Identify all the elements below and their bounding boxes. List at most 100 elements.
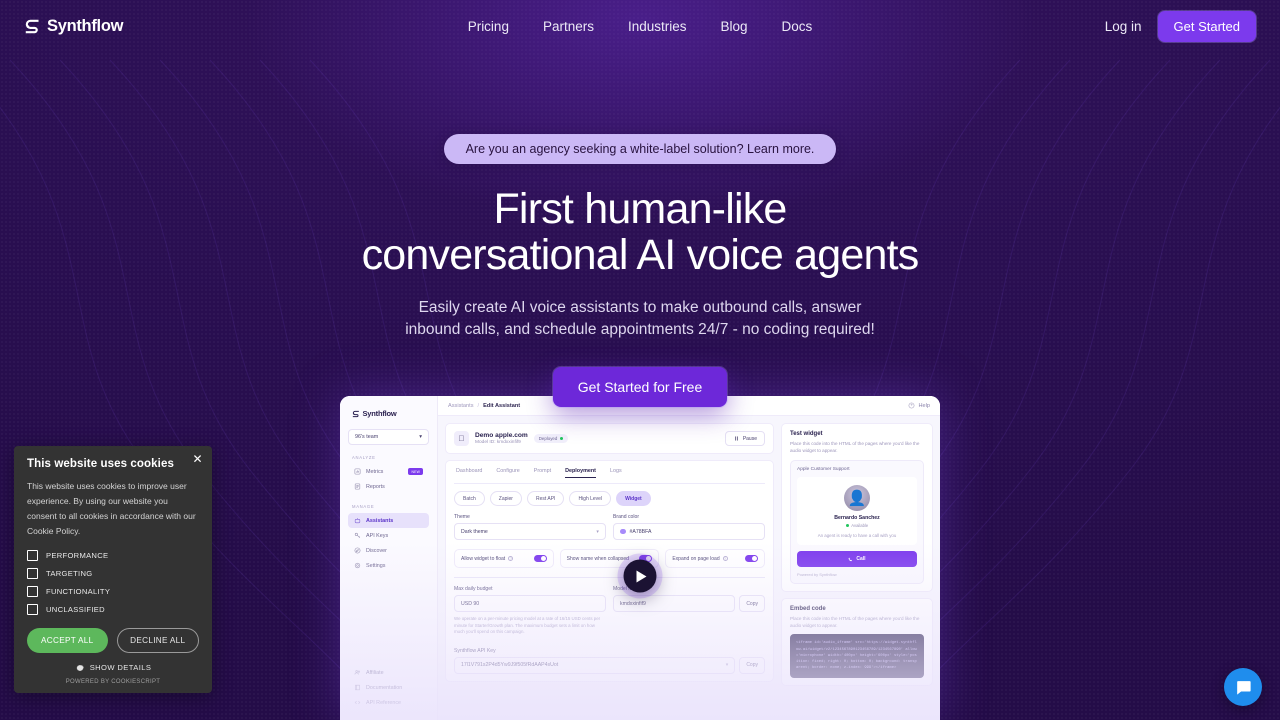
sidebar-item-api-keys[interactable]: API Keys bbox=[348, 528, 429, 543]
status-badge: Deployed bbox=[533, 434, 568, 443]
synthflow-logo-icon bbox=[25, 19, 39, 33]
assistant-header-card:  Demo apple.com Model ID: kmdxxinfif9 D… bbox=[445, 423, 774, 454]
document-icon bbox=[354, 483, 361, 490]
get-started-button[interactable]: Get Started bbox=[1157, 10, 1256, 42]
brand-logo[interactable]: Synthflow bbox=[24, 17, 123, 36]
nav-link-industries[interactable]: Industries bbox=[628, 19, 687, 34]
copy-model-id-button[interactable]: Copy bbox=[739, 595, 765, 612]
cookie-consent-banner: ✕ This website uses cookies This website… bbox=[14, 446, 212, 693]
sidebar-item-label: Discover bbox=[366, 547, 387, 554]
get-started-for-free-button[interactable]: Get Started for Free bbox=[552, 366, 728, 407]
robot-icon bbox=[354, 518, 361, 524]
login-link[interactable]: Log in bbox=[1105, 19, 1142, 34]
show-details-button[interactable]: SHOW DETAILS bbox=[27, 663, 199, 673]
pause-icon bbox=[734, 436, 738, 441]
sidebar-item-api-reference[interactable]: API Reference bbox=[348, 695, 429, 710]
chevron-down-icon: ▾ bbox=[725, 662, 729, 669]
agency-banner-pill[interactable]: Are you an agency seeking a white-label … bbox=[443, 134, 837, 164]
brand-name: Synthflow bbox=[47, 16, 124, 35]
sidebar-item-label: Documentation bbox=[366, 684, 403, 691]
avatar: 👤 bbox=[844, 485, 870, 512]
key-icon bbox=[354, 532, 361, 539]
app-body:  Demo apple.com Model ID: kmdxxinfif9 D… bbox=[438, 416, 940, 720]
nav-right-actions: Log in Get Started bbox=[1105, 10, 1256, 42]
sidebar-item-assistants[interactable]: Assistants bbox=[348, 513, 429, 528]
theme-label: Theme bbox=[454, 514, 470, 520]
sidebar-item-reports[interactable]: Reports bbox=[348, 479, 429, 494]
widget-preview-title: Apple Customer Support bbox=[797, 467, 850, 473]
sidebar-item-metrics[interactable]: Metrics NEW bbox=[348, 464, 429, 479]
team-selector-dropdown[interactable]: 96's team ▾ bbox=[348, 429, 429, 445]
toggle-label: Allow widget to float bbox=[461, 555, 506, 562]
chip-batch[interactable]: Batch bbox=[454, 491, 485, 506]
nav-link-blog[interactable]: Blog bbox=[721, 19, 748, 34]
product-screenshot: Synthflow 96's team ▾ ANALYZE Metrics NE… bbox=[340, 396, 940, 720]
chip-zapier[interactable]: Zapier bbox=[489, 491, 522, 506]
checkbox[interactable] bbox=[27, 603, 38, 615]
theme-select[interactable]: Dark theme ▾ bbox=[454, 523, 606, 540]
tab-dashboard[interactable]: Dashboard bbox=[456, 468, 482, 478]
chart-bar-icon bbox=[354, 468, 361, 475]
cookie-option-performance[interactable]: PERFORMANCE bbox=[27, 549, 199, 561]
sidebar-item-label: API Keys bbox=[366, 532, 389, 539]
tab-deployment[interactable]: Deployment bbox=[565, 468, 596, 478]
decline-all-button[interactable]: DECLINE ALL bbox=[116, 627, 199, 653]
play-video-button[interactable] bbox=[623, 559, 657, 593]
tab-logs[interactable]: Logs bbox=[610, 468, 622, 478]
budget-and-model-row: Max daily budget USD 90 We operate on a … bbox=[454, 586, 765, 636]
nav-link-partners[interactable]: Partners bbox=[543, 19, 594, 34]
chip-widget[interactable]: Widget bbox=[616, 491, 651, 506]
checkbox[interactable] bbox=[27, 585, 38, 597]
test-widget-desc: Place this code into the HTML of the pag… bbox=[790, 441, 920, 454]
accept-all-button[interactable]: ACCEPT ALL bbox=[27, 627, 108, 653]
test-widget-title: Test widget bbox=[790, 431, 823, 437]
cookie-option-label: UNCLASSIFIED bbox=[46, 604, 105, 614]
model-id-input[interactable]: kmdxxinfif9 bbox=[613, 595, 736, 612]
chat-widget-button[interactable] bbox=[1224, 668, 1262, 706]
deployment-channel-chips: Batch Zapier Rest API High Level Widget bbox=[454, 491, 765, 506]
tab-prompt[interactable]: Prompt bbox=[534, 468, 551, 478]
toggle-expand-on-load[interactable]: Expand on page load ? bbox=[665, 549, 766, 568]
chip-rest-api[interactable]: Rest API bbox=[526, 491, 565, 506]
app-right-column: Test widget Place this code into the HTM… bbox=[781, 423, 933, 713]
brand-color-input[interactable]: #A78BFA bbox=[613, 523, 765, 540]
cookie-option-targeting[interactable]: TARGETING bbox=[27, 567, 199, 579]
sidebar-item-discover[interactable]: Discover bbox=[348, 543, 429, 558]
show-details-label: SHOW DETAILS bbox=[89, 663, 152, 672]
call-button[interactable]: Call bbox=[797, 551, 917, 568]
cookie-option-label: TARGETING bbox=[46, 568, 93, 578]
nav-link-docs[interactable]: Docs bbox=[782, 19, 813, 34]
checkbox[interactable] bbox=[27, 549, 38, 561]
agent-status-label: Available bbox=[851, 523, 869, 529]
cookie-option-label: FUNCTIONALITY bbox=[46, 586, 111, 596]
sidebar-item-documentation[interactable]: Documentation bbox=[348, 680, 429, 695]
sidebar-item-affiliate[interactable]: Affiliate bbox=[348, 665, 429, 680]
nav-links: Pricing Partners Industries Blog Docs bbox=[468, 19, 813, 34]
api-key-input[interactable]: 17l1V791s2P4d5Yw9J9f505fRdAAP4sUot ▾ bbox=[454, 656, 736, 674]
chevron-down-icon: ▾ bbox=[596, 528, 599, 535]
api-key-value: 17l1V791s2P4d5Yw9J9f505fRdAAP4sUot bbox=[461, 662, 559, 669]
budget-input[interactable]: USD 90 bbox=[454, 595, 606, 612]
team-selector-value: 96's team bbox=[355, 434, 379, 440]
pause-button[interactable]: Pause bbox=[724, 431, 765, 446]
status-dot-icon bbox=[559, 437, 563, 440]
nav-link-pricing[interactable]: Pricing bbox=[468, 19, 509, 34]
chip-high-level[interactable]: High Level bbox=[569, 491, 612, 506]
toggle-allow-float[interactable]: Allow widget to float ? bbox=[454, 549, 554, 568]
toggle-switch[interactable] bbox=[745, 555, 759, 562]
cookie-options-list: PERFORMANCE TARGETING FUNCTIONALITY UNCL… bbox=[27, 549, 199, 615]
close-icon[interactable]: ✕ bbox=[192, 453, 203, 465]
theme-and-color-row: Theme Dark theme ▾ Brand color #A78BFA bbox=[454, 514, 765, 540]
toggle-switch[interactable] bbox=[533, 555, 547, 562]
cookie-option-functionality[interactable]: FUNCTIONALITY bbox=[27, 585, 199, 597]
theme-field: Theme Dark theme ▾ bbox=[454, 514, 606, 540]
checkbox[interactable] bbox=[27, 567, 38, 579]
sidebar-item-settings[interactable]: Settings bbox=[348, 558, 429, 573]
copy-api-key-button[interactable]: Copy bbox=[739, 656, 765, 674]
gear-icon bbox=[354, 562, 361, 569]
cookie-option-unclassified[interactable]: UNCLASSIFIED bbox=[27, 603, 199, 615]
app-main-area: Assistants / Edit Assistant Help  bbox=[438, 396, 940, 720]
tab-configure[interactable]: Configure bbox=[496, 468, 519, 478]
deployed-label: Deployed bbox=[538, 436, 558, 441]
embed-code-block[interactable]: <iframe id='audio_iframe' src='https://w… bbox=[790, 634, 924, 678]
